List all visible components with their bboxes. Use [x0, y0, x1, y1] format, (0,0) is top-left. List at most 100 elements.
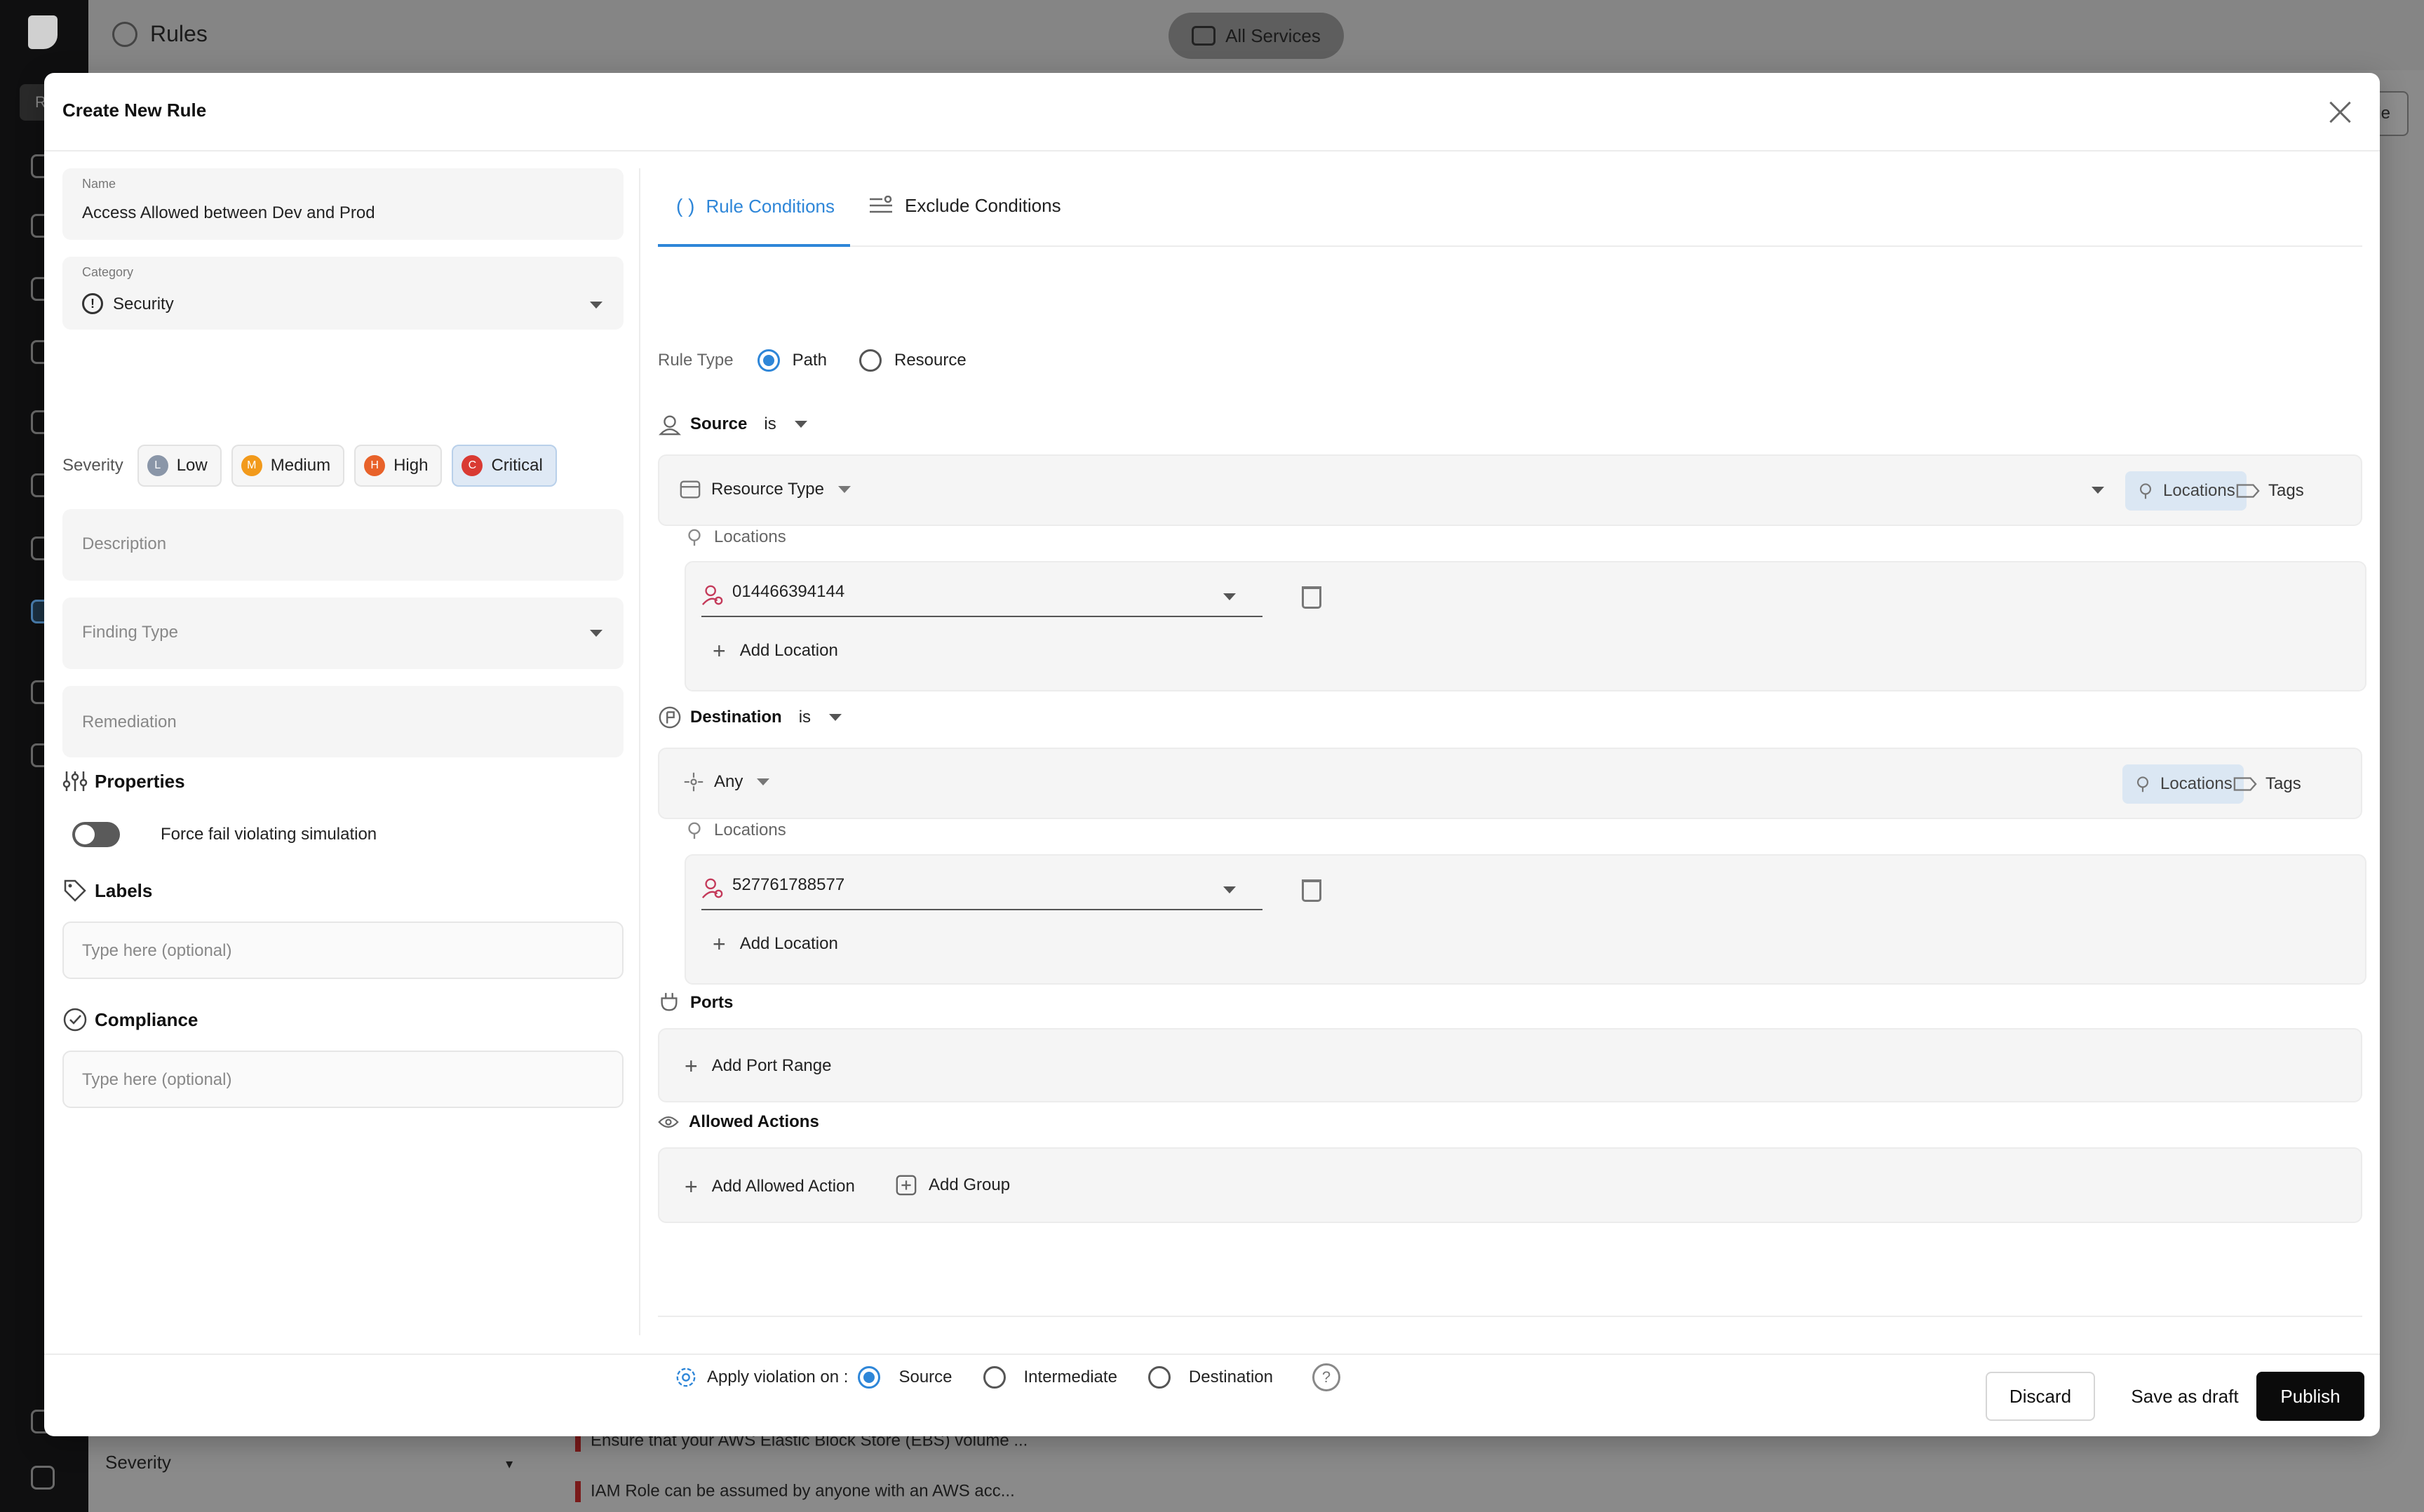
source-locations-label: Locations	[685, 527, 786, 547]
properties-section-title: Properties	[62, 769, 185, 794]
rule-type-row: Rule Type Path Resource	[658, 349, 967, 372]
exclude-list-icon	[870, 195, 892, 212]
conditions-divider	[658, 1316, 2362, 1317]
source-resource-type-select[interactable]: Resource Type	[679, 478, 851, 501]
resource-type-icon	[680, 480, 701, 499]
tag-icon	[64, 879, 86, 902]
all-services-button[interactable]: All Services	[1169, 13, 1344, 59]
add-allowed-action-button[interactable]: + Add Allowed Action	[685, 1175, 855, 1198]
labels-input[interactable]: Type here (optional)	[62, 922, 624, 979]
severity-critical-icon: C	[462, 455, 483, 476]
discard-button[interactable]: Discard	[1986, 1372, 2095, 1421]
chevron-down-icon[interactable]	[794, 421, 807, 428]
location-pin-icon	[688, 822, 701, 839]
help-icon[interactable]: ?	[1312, 1363, 1340, 1391]
chevron-down-icon	[837, 486, 851, 493]
chevron-down-icon[interactable]	[829, 714, 842, 721]
severity-critical-chip[interactable]: C Critical	[452, 445, 557, 487]
create-rule-modal: Create New Rule Name Access Allowed betw…	[44, 73, 2380, 1436]
page-title: Rules	[112, 21, 208, 47]
table-row[interactable]: IAM Role can be assumed by anyone with a…	[575, 1481, 1015, 1502]
account-icon	[701, 585, 723, 605]
rule-type-path-radio[interactable]	[757, 349, 780, 372]
source-selector-box: Resource Type Locations Tags	[658, 454, 2362, 526]
severity-label: Severity	[62, 456, 123, 475]
save-draft-button[interactable]: Save as draft	[2108, 1372, 2262, 1421]
severity-low-chip[interactable]: L Low	[137, 445, 222, 487]
category-select[interactable]: Category ! Security	[62, 257, 624, 330]
destination-tags-pill[interactable]: Tags	[2222, 764, 2312, 804]
severity-medium-icon: M	[241, 455, 262, 476]
footer-divider	[44, 1354, 2380, 1355]
name-field[interactable]: Name Access Allowed between Dev and Prod	[62, 168, 624, 240]
close-icon[interactable]	[2327, 98, 2355, 126]
source-tags-pill[interactable]: Tags	[2225, 471, 2315, 511]
destination-locations-box: 527761788577 + Add Location	[685, 854, 2366, 985]
destination-flag-icon	[659, 706, 681, 729]
apply-destination-radio[interactable]	[1147, 1366, 1171, 1389]
add-group-button[interactable]: Add Group	[895, 1174, 1010, 1196]
chevron-down-icon	[1223, 886, 1236, 893]
severity-filter[interactable]: Severity ▾	[105, 1452, 513, 1473]
description-field[interactable]: Description	[62, 509, 624, 581]
add-group-icon	[896, 1175, 917, 1196]
category-value: Security	[113, 295, 174, 313]
crosshair-icon	[684, 772, 703, 792]
source-locations-box: 014466394144 + Add Location	[685, 561, 2366, 691]
allowed-actions-header: Allowed Actions	[658, 1112, 819, 1132]
severity-low-icon: L	[147, 455, 168, 476]
chevron-down-icon	[1223, 593, 1236, 600]
destination-operator[interactable]: is	[799, 708, 811, 727]
plus-icon: +	[713, 638, 726, 663]
labels-section-title: Labels	[62, 878, 152, 903]
remediation-field[interactable]: Remediation	[62, 686, 624, 757]
rule-type-resource-radio[interactable]	[859, 349, 882, 372]
severity-medium-chip[interactable]: M Medium	[231, 445, 345, 487]
destination-location-select[interactable]: 527761788577	[701, 865, 1262, 910]
location-pin-icon	[2136, 776, 2149, 792]
destination-any-select[interactable]: Any	[683, 771, 770, 792]
plus-icon: +	[713, 931, 726, 957]
allowed-actions-box: + Add Allowed Action Add Group	[658, 1147, 2362, 1223]
rule-type-label: Rule Type	[658, 351, 734, 370]
source-user-icon	[659, 415, 681, 436]
apply-violation-label: Apply violation on :	[707, 1368, 849, 1386]
nav-account-icon[interactable]	[31, 1466, 55, 1490]
apply-intermediate-radio[interactable]	[983, 1366, 1006, 1389]
source-location-select[interactable]: 014466394144	[701, 572, 1262, 617]
destination-add-location-button[interactable]: + Add Location	[713, 933, 838, 955]
conditions-tabs: ( ) Rule Conditions Exclude Conditions	[658, 168, 2362, 247]
finding-type-placeholder: Finding Type	[82, 623, 178, 642]
name-value: Access Allowed between Dev and Prod	[82, 203, 375, 222]
ports-header: Ports	[658, 992, 733, 1014]
compliance-input[interactable]: Type here (optional)	[62, 1051, 624, 1108]
source-add-location-button[interactable]: + Add Location	[713, 640, 838, 662]
braces-icon: ( )	[676, 195, 695, 217]
modal-title: Create New Rule	[62, 100, 207, 121]
chevron-down-icon	[590, 630, 602, 637]
source-operator[interactable]: is	[764, 414, 776, 434]
active-tab-indicator	[658, 244, 850, 247]
modal-header: Create New Rule	[44, 73, 2380, 151]
destination-selector-box: Any Locations Tags	[658, 748, 2362, 819]
publish-button[interactable]: Publish	[2256, 1372, 2364, 1421]
delete-location-icon[interactable]	[1302, 586, 1321, 609]
name-label: Name	[82, 177, 116, 191]
finding-type-select[interactable]: Finding Type	[62, 598, 624, 669]
apply-source-radio[interactable]	[858, 1366, 881, 1389]
destination-header: Destination is	[658, 706, 842, 729]
location-pin-icon	[688, 529, 701, 546]
source-header: Source is	[658, 412, 807, 436]
chevron-down-icon[interactable]	[2092, 487, 2104, 494]
force-fail-toggle[interactable]	[72, 822, 120, 847]
tab-rule-conditions[interactable]: ( ) Rule Conditions	[676, 195, 835, 217]
delete-location-icon[interactable]	[1302, 879, 1321, 902]
location-pin-icon	[2139, 483, 2152, 499]
tab-exclude-conditions[interactable]: Exclude Conditions	[868, 195, 1061, 217]
severity-selector: Severity L Low M Medium H High C Critical	[62, 445, 567, 487]
add-port-range-button[interactable]: + Add Port Range	[685, 1055, 831, 1077]
severity-high-chip[interactable]: H High	[354, 445, 443, 487]
tag-icon	[2233, 777, 2257, 791]
eye-icon	[658, 1116, 679, 1128]
severity-high-icon: H	[364, 455, 386, 476]
